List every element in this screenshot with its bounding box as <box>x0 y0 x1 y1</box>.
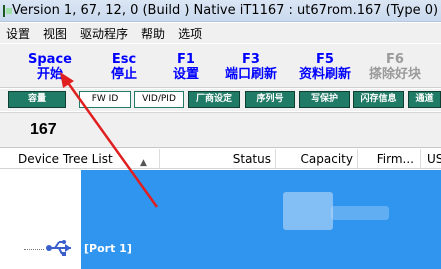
col-usb[interactable]: US <box>421 149 441 169</box>
data-refresh-key: F5 <box>316 52 334 67</box>
app-icon <box>3 4 12 17</box>
tab-flash-info[interactable]: 闪存信息 <box>353 91 404 108</box>
sort-ascending-icon: ▲ <box>140 158 147 168</box>
start-button[interactable]: Space 开始 <box>17 52 83 82</box>
tab-fw-id[interactable]: FW ID <box>79 91 131 108</box>
list-header: Device Tree List ▲ Status Capacity Firm.… <box>0 149 441 169</box>
col-device-tree[interactable]: Device Tree List ▲ <box>0 149 160 169</box>
stop-key: Esc <box>111 52 137 67</box>
tab-capacity[interactable]: 容量 <box>8 91 66 108</box>
usb-icon <box>46 240 71 256</box>
menu-driver[interactable]: 驱动程序 <box>80 25 128 42</box>
menu-bar: 设置 视图 驱动程序 帮助 选项 <box>0 23 441 43</box>
menu-help[interactable]: 帮助 <box>141 25 165 42</box>
data-refresh-label: 资料刷新 <box>298 67 351 82</box>
start-label: 开始 <box>36 67 63 82</box>
port-refresh-key: F3 <box>242 52 260 67</box>
col-device-tree-label: Device Tree List <box>18 152 113 166</box>
toolbar: Space 开始 Esc 停止 F1 设置 F3 端口刷新 F5 资料刷新 F6… <box>0 44 441 88</box>
blurred-area <box>331 206 389 220</box>
device-count: 167 <box>30 121 57 138</box>
erase-label: 搽除好块 <box>368 67 421 82</box>
tab-vendor-settings[interactable]: 厂商设定 <box>188 91 240 108</box>
menu-view[interactable]: 视图 <box>43 25 67 42</box>
stop-button[interactable]: Esc 停止 <box>91 52 157 82</box>
menu-options[interactable]: 选项 <box>178 25 202 42</box>
tab-serial-number[interactable]: 序列号 <box>245 91 295 108</box>
erase-key: F6 <box>386 52 404 67</box>
port-refresh-button[interactable]: F3 端口刷新 <box>218 52 284 82</box>
title-bar: Version 1, 67, 12, 0 (Build ) Native iT1… <box>0 0 441 22</box>
info-tabs: 容量 FW ID VID/PID 厂商设定 序列号 写保护 闪存信息 通道 <box>0 89 441 111</box>
port-1-label[interactable]: [Port 1] <box>84 242 132 255</box>
col-firmware[interactable]: Firm... <box>358 149 421 169</box>
stop-label: 停止 <box>110 67 137 82</box>
erase-good-block-button[interactable]: F6 搽除好块 <box>362 52 428 82</box>
blurred-area <box>283 192 333 230</box>
settings-button[interactable]: F1 设置 <box>153 52 219 82</box>
data-refresh-button[interactable]: F5 资料刷新 <box>292 52 358 82</box>
selected-row-highlight[interactable] <box>81 170 441 269</box>
settings-key: F1 <box>177 52 195 67</box>
start-key: Space <box>28 52 72 67</box>
tab-channel[interactable]: 通道 <box>408 91 441 108</box>
tab-vid-pid[interactable]: VID/PID <box>134 91 184 108</box>
settings-label: 设置 <box>172 67 199 82</box>
col-capacity[interactable]: Capacity <box>276 149 358 169</box>
menu-settings[interactable]: 设置 <box>6 25 30 42</box>
tab-write-protect[interactable]: 写保护 <box>299 91 350 108</box>
col-status[interactable]: Status <box>160 149 276 169</box>
window-title: Version 1, 67, 12, 0 (Build ) Native iT1… <box>12 3 441 18</box>
count-bar: 167 <box>0 112 441 148</box>
port-refresh-label: 端口刷新 <box>224 67 277 82</box>
tree-connector <box>24 249 44 250</box>
